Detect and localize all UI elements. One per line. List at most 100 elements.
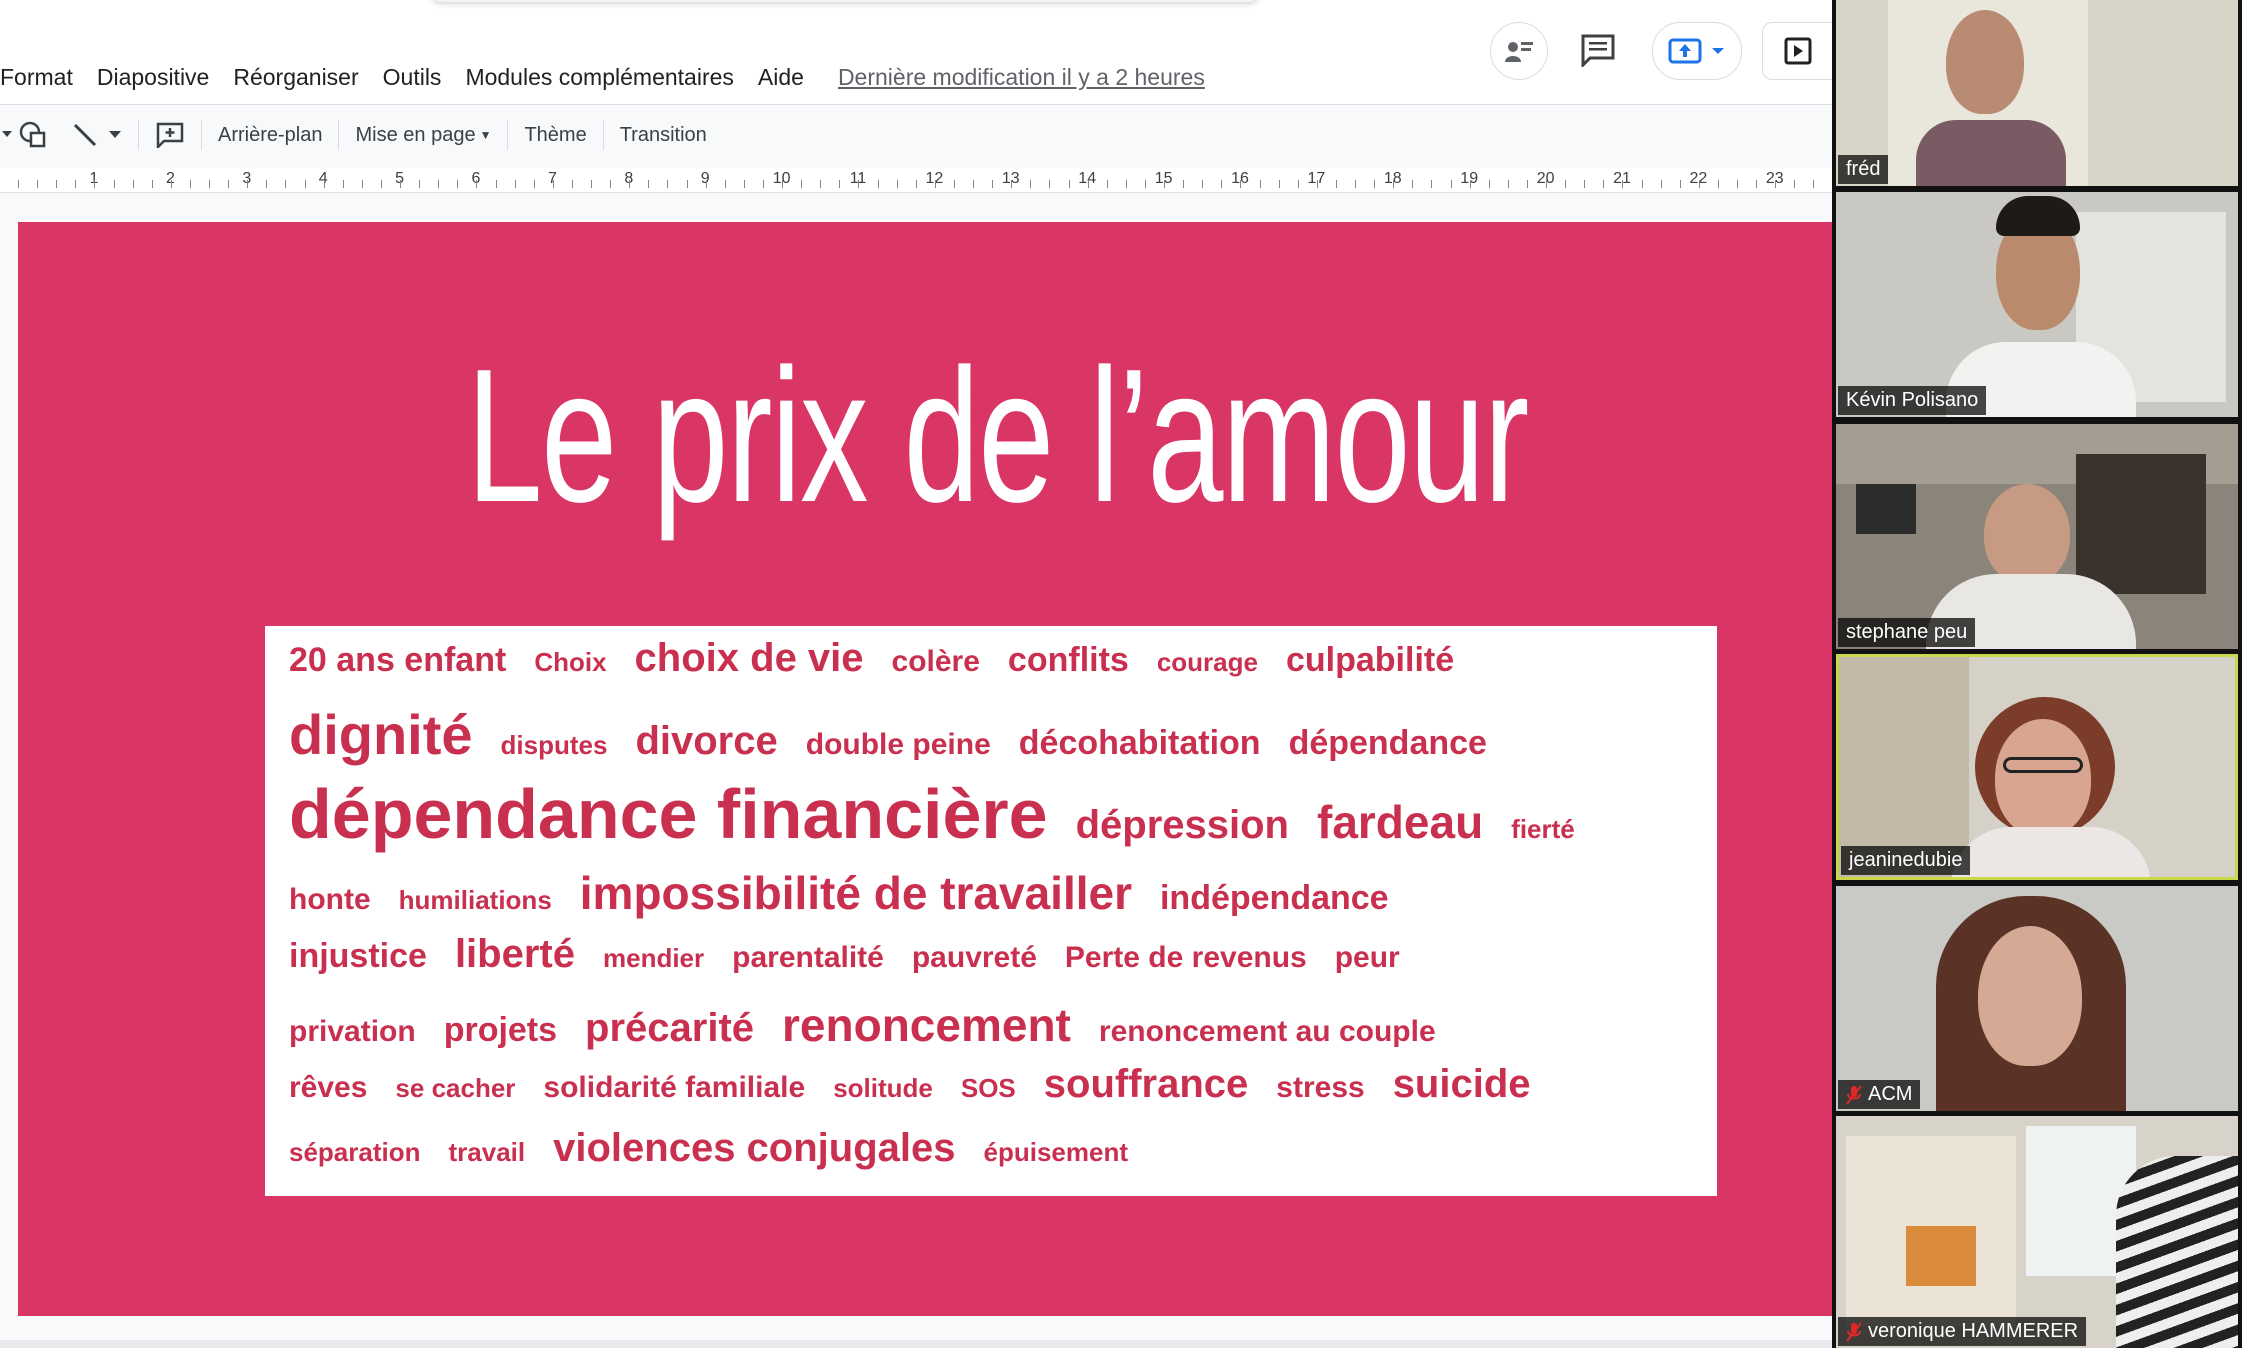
background-button[interactable]: Arrière-plan [214, 124, 326, 147]
menu-arrange[interactable]: Réorganiser [221, 64, 370, 91]
word-cloud-word: conflits [1007, 641, 1129, 679]
ruler-tick [1469, 180, 1471, 188]
menu-addons[interactable]: Modules complémentaires [453, 64, 745, 91]
ruler-tick [94, 180, 96, 188]
theme-button[interactable]: Thème [520, 124, 590, 147]
word-cloud-word: SOS [960, 1073, 1016, 1103]
menu-help[interactable]: Aide [746, 64, 816, 91]
participant-tile[interactable]: stephane peu [1836, 424, 2238, 649]
dropdown-caret-icon[interactable] [0, 116, 14, 154]
ruler-tick [1737, 180, 1738, 188]
ruler-tick [1660, 180, 1662, 188]
word-cloud-word: divorce [635, 719, 778, 763]
word-cloud-word: décohabitation [1018, 724, 1261, 762]
word-cloud-word: travail [448, 1137, 526, 1167]
word-cloud-word: parentalité [732, 941, 884, 974]
slide-canvas[interactable]: Le prix de l’amour 20 ans enfant Choix cho… [18, 222, 1832, 1316]
ruler-tick [342, 180, 344, 188]
word-cloud-word: suicide [1392, 1062, 1531, 1106]
participant-name-label: stephane peu [1838, 618, 1976, 647]
activity-dashboard-button[interactable] [1490, 22, 1548, 80]
word-cloud-word: fierté [1511, 814, 1575, 844]
word-cloud-line: dépendance financière dépression fardeau fi… [289, 774, 1709, 866]
menu-tools[interactable]: Outils [371, 64, 454, 91]
participant-tile[interactable]: veronique HAMMERER [1836, 1116, 2238, 1348]
word-cloud-word: violences conjugales [553, 1126, 956, 1170]
word-cloud-word: dignité [289, 703, 473, 766]
top-bar: Format Diapositive Réorganiser Outils Mo… [0, 0, 1832, 105]
ruler-tick [953, 180, 955, 188]
room-tv [1856, 484, 1916, 534]
word-cloud-word: liberté [454, 932, 575, 976]
participant-tile[interactable]: Kévin Polisano [1836, 192, 2238, 417]
ruler-tick [1775, 180, 1777, 188]
menu-bar: Format Diapositive Réorganiser Outils Mo… [0, 62, 1205, 92]
toolbar-divider [138, 120, 139, 150]
ruler-tick [1259, 180, 1261, 188]
ruler-tick [1698, 180, 1700, 188]
word-cloud-word: indépendance [1159, 879, 1389, 917]
present-to-meeting-button[interactable] [1652, 22, 1742, 80]
word-cloud-word: courage [1156, 647, 1258, 677]
ruler-tick [380, 180, 382, 188]
line-dropdown-caret-icon[interactable] [104, 116, 126, 154]
ruler-tick [56, 180, 58, 188]
search-pill[interactable] [430, 0, 1260, 2]
ruler-tick [1565, 180, 1567, 188]
participant-name-label: jeaninedubie [1841, 846, 1971, 875]
slide-title[interactable]: Le prix de l’amour [295, 332, 1699, 541]
participant-face [1978, 926, 2082, 1066]
participant-shirt [1951, 827, 2151, 877]
comments-button[interactable] [1574, 26, 1622, 74]
ruler-tick [1183, 180, 1185, 188]
ruler-tick [1278, 180, 1280, 188]
last-edit-link[interactable]: Dernière modification il y a 2 heures [838, 64, 1205, 91]
word-cloud-word: mendier [602, 943, 705, 973]
slideshow-button[interactable] [1762, 22, 1832, 80]
add-comment-icon [156, 122, 184, 148]
participant-tile-active-speaker[interactable]: jeaninedubie [1836, 654, 2238, 880]
ruler-tick [1068, 180, 1070, 188]
ruler-tick [1316, 180, 1318, 188]
word-cloud-word: renoncement au couple [1098, 1015, 1436, 1048]
participant-tile[interactable]: ACM [1836, 886, 2238, 1111]
word-cloud-word: souffrance [1043, 1062, 1249, 1106]
bottom-panel-edge [0, 1340, 1832, 1348]
ruler-tick [705, 180, 707, 188]
layout-button[interactable]: Mise en page ▼ [351, 124, 495, 147]
ruler-tick [419, 180, 421, 188]
word-cloud-content: 20 ans enfant Choix choix de vie colère conf… [289, 636, 1709, 1188]
word-cloud-word: Perte de revenus [1064, 941, 1307, 974]
ruler-tick [457, 180, 459, 188]
ruler-tick [1546, 180, 1547, 188]
word-cloud-word: précarité [585, 1006, 755, 1050]
ruler-tick [1488, 180, 1490, 188]
participant-name: jeaninedubie [1849, 849, 1963, 871]
participant-name-label: veronique HAMMERER [1838, 1317, 2087, 1346]
word-cloud-word: honte [289, 883, 371, 916]
word-cloud-word: dépression [1075, 803, 1289, 847]
layout-label: Mise en page [355, 123, 476, 146]
ruler-tick [438, 180, 440, 188]
menu-slide[interactable]: Diapositive [85, 64, 222, 91]
chevron-down-icon [1712, 48, 1724, 54]
transition-button[interactable]: Transition [616, 124, 711, 147]
participant-name: veronique HAMMERER [1868, 1320, 2079, 1342]
word-cloud-word: pauvreté [911, 941, 1037, 974]
ruler-tick [973, 180, 974, 188]
ruler-tick [1125, 180, 1127, 188]
room-shelf [2076, 454, 2206, 594]
menu-format[interactable]: Format [0, 64, 85, 91]
participant-tile[interactable]: fréd [1836, 0, 2238, 186]
line-tool-button[interactable] [66, 116, 104, 154]
ruler-tick [247, 180, 249, 188]
word-cloud-word: solidarité familiale [543, 1071, 806, 1104]
participant-face [1946, 10, 2024, 114]
word-cloud-image[interactable]: 20 ans enfant Choix choix de vie colère conf… [265, 626, 1717, 1196]
ruler-tick [1049, 180, 1051, 188]
shape-tool-button[interactable] [14, 116, 52, 154]
add-comment-button[interactable] [151, 116, 189, 154]
word-cloud-line: 20 ans enfant Choix choix de vie colère conf… [289, 636, 1709, 702]
word-cloud-word: dépendance [1288, 724, 1487, 762]
horizontal-ruler: 1 2 3 4 5 6 7 8 9 10 11 12 13 14 15 16 17 18 19 20 21 22 23 [0, 168, 1832, 193]
